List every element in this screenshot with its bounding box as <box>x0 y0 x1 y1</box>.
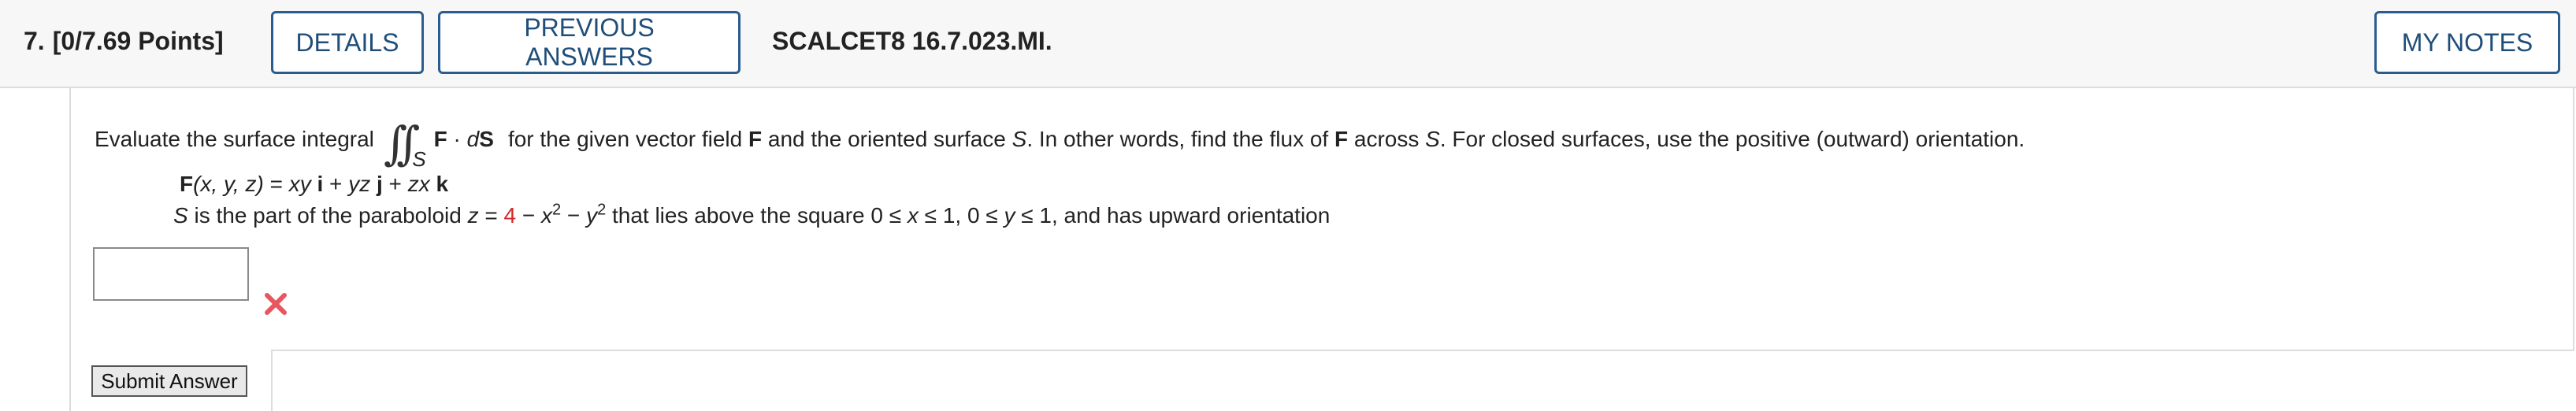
surface-S: S <box>173 203 188 228</box>
surface-exp-1: 2 <box>552 201 562 219</box>
prompt-intro: Evaluate the surface integral <box>95 127 374 151</box>
field-k: k <box>436 172 449 196</box>
surface-z: z <box>467 203 479 228</box>
question-header: 7. [0/7.69 Points] DETAILS PREVIOUS ANSWE… <box>0 0 2576 88</box>
problem-statement: Evaluate the surface integral ∫∫ S F · d… <box>95 112 2025 171</box>
points-badge: [0/7.69 Points] <box>52 27 224 55</box>
field-j: j <box>376 172 383 196</box>
surface-y2: y <box>1004 203 1015 228</box>
surface-exp-2: 2 <box>597 201 607 219</box>
highlighted-number: 4 <box>503 203 517 228</box>
previous-answers-button[interactable]: PREVIOUS ANSWERS <box>438 11 741 74</box>
problem-code: SCALCET8 16.7.023.MI. <box>772 27 1052 55</box>
surface-minus-1: − <box>516 203 542 228</box>
field-term-3: zx <box>407 172 430 196</box>
surface-text-2: that lies above the square 0 ≤ <box>606 203 908 228</box>
surface-description: S is the part of the paraboloid z = 4 − … <box>173 201 1331 228</box>
surface-y: y <box>586 203 598 228</box>
field-eq: = <box>263 172 289 196</box>
prompt-text-4: across <box>1353 127 1420 151</box>
field-plus-1: + <box>323 172 349 196</box>
prompt-F2: F <box>1334 127 1349 151</box>
question-number: 7. [0/7.69 Points] <box>24 27 224 56</box>
surface-minus-2: − <box>561 203 587 228</box>
prompt-text-1: for the given vector field <box>507 127 743 151</box>
prompt-rest: for the given vector field F and the ori… <box>508 127 2025 152</box>
red-x-icon <box>265 293 287 315</box>
vector-field-equation: F(x, y, z) = xy i + yz j + zx k <box>180 172 448 197</box>
integrand-dot: · <box>447 127 467 151</box>
my-notes-button[interactable]: MY NOTES <box>2374 11 2560 74</box>
integrand-d: d <box>466 127 480 151</box>
answer-input[interactable] <box>93 247 249 301</box>
prompt-S: S <box>1011 127 1027 151</box>
prompt-text-5: . For closed surfaces, use the positive … <box>1439 127 2025 151</box>
integrand-F: F <box>433 127 447 151</box>
field-term-1: xy <box>288 172 311 196</box>
field-args: (x, y, z) <box>193 172 264 196</box>
field-plus-2: + <box>382 172 408 196</box>
prompt-text-3: . In other words, find the flux of <box>1026 127 1329 151</box>
surface-x: x <box>541 203 553 228</box>
prompt-text-2: and the oriented surface <box>767 127 1006 151</box>
surface-text-4: ≤ 1, and has upward orientation <box>1015 203 1331 228</box>
submit-answer-button[interactable]: Submit Answer <box>91 365 247 397</box>
prompt-F: F <box>748 127 763 151</box>
surface-text-3: ≤ 1, 0 ≤ <box>918 203 1004 228</box>
field-term-2: yz <box>348 172 371 196</box>
integral-subscript: S <box>412 147 426 171</box>
details-button[interactable]: DETAILS <box>271 11 424 74</box>
double-integral-icon: ∫∫ <box>383 117 421 170</box>
integrand-S: S <box>479 127 494 151</box>
integrand: F · dS <box>434 127 494 152</box>
question-number-text: 7. <box>24 27 45 55</box>
surface-eq: = <box>478 203 504 228</box>
prompt-S2: S <box>1425 127 1440 151</box>
surface-text-1: is the part of the paraboloid <box>187 203 468 228</box>
surface-x2: x <box>907 203 919 228</box>
surface-integral: ∫∫ S <box>383 112 426 171</box>
field-F: F <box>180 172 194 196</box>
